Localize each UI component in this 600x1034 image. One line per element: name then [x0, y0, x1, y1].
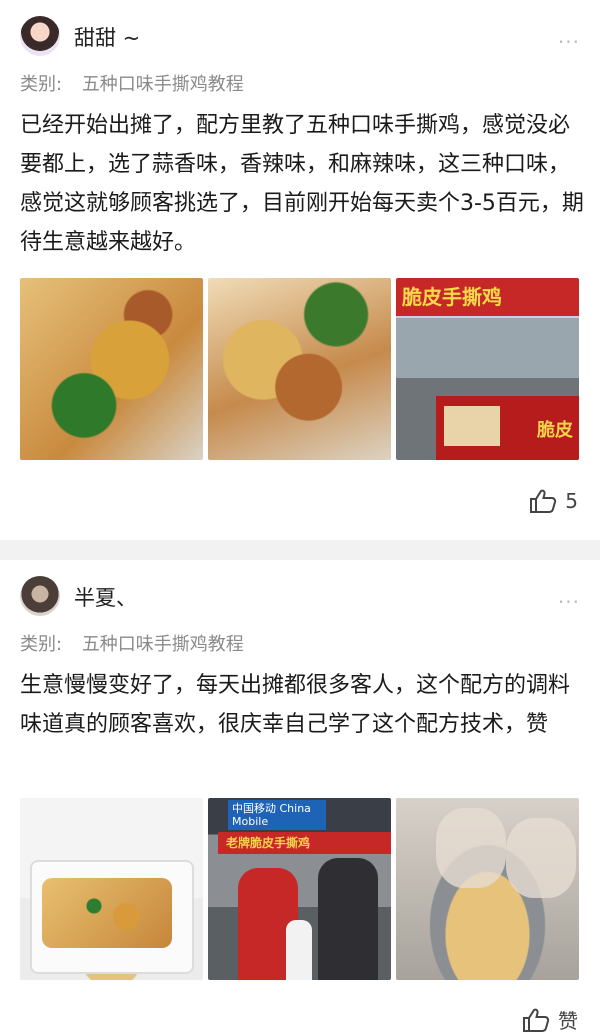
photo-stall-customers[interactable]: 中国移动 China Mobile 老牌脆皮手撕鸡 [208, 798, 391, 980]
photo-takeout-box[interactable] [20, 798, 203, 980]
customer [318, 858, 378, 980]
username[interactable]: 半夏、 [74, 582, 137, 612]
like-button[interactable]: 赞 [522, 1005, 578, 1034]
like-label: 赞 [558, 1009, 578, 1033]
card-separator [0, 540, 600, 560]
child [286, 920, 312, 980]
category-line: 类别: 五种口味手撕鸡教程 [20, 70, 244, 96]
comment-card: 半夏、 ... 类别: 五种口味手撕鸡教程 生意慢慢变好了，每天出摊都很多客人，… [0, 560, 600, 1033]
photo-chicken-bowls[interactable] [208, 278, 391, 460]
photo-street-stall[interactable]: 脆皮手撕鸡 脆皮 [396, 278, 579, 460]
thumbs-up-icon [522, 1007, 550, 1033]
category-line: 类别: 五种口味手撕鸡教程 [20, 630, 244, 656]
category-label: 类别: [20, 634, 63, 655]
stall-sign: 脆皮手撕鸡 [396, 278, 579, 316]
gloved-hand [506, 818, 576, 898]
like-button[interactable]: 5 [529, 488, 578, 514]
avatar[interactable] [20, 16, 60, 56]
category-value[interactable]: 五种口味手撕鸡教程 [82, 634, 244, 655]
more-dots-icon[interactable]: ... [558, 584, 580, 608]
photo-grid: 中国移动 China Mobile 老牌脆皮手撕鸡 [20, 798, 579, 980]
category-label: 类别: [20, 74, 63, 95]
photo-mixing-chicken[interactable] [396, 798, 579, 980]
stall-window [444, 406, 500, 446]
more-dots-icon[interactable]: ... [558, 24, 580, 48]
comment-text: 已经开始出摊了，配方里教了五种口味手撕鸡，感觉没必要都上，选了蒜香味，香辣味，和… [20, 113, 584, 255]
gloved-hand [436, 808, 506, 888]
china-mobile-sign: 中国移动 China Mobile [228, 800, 326, 830]
thumbs-up-icon [529, 488, 557, 514]
comment-card: 甜甜 ~ ... 类别: 五种口味手撕鸡教程 已经开始出摊了，配方里教了五种口味… [0, 0, 600, 540]
comment-text: 生意慢慢变好了，每天出摊都很多客人，这个配方的调料味道真的顾客喜欢，很庆幸自己学… [20, 673, 571, 737]
shredded-chicken [42, 878, 172, 948]
category-value[interactable]: 五种口味手撕鸡教程 [82, 74, 244, 95]
cart-text: 脆皮 [537, 420, 573, 441]
username[interactable]: 甜甜 ~ [74, 22, 140, 52]
avatar[interactable] [20, 576, 60, 616]
photo-chicken-bowl[interactable] [20, 278, 203, 460]
photo-grid: 脆皮手撕鸡 脆皮 [20, 278, 579, 460]
like-count: 5 [565, 489, 578, 513]
stall-banner: 老牌脆皮手撕鸡 [218, 832, 391, 854]
